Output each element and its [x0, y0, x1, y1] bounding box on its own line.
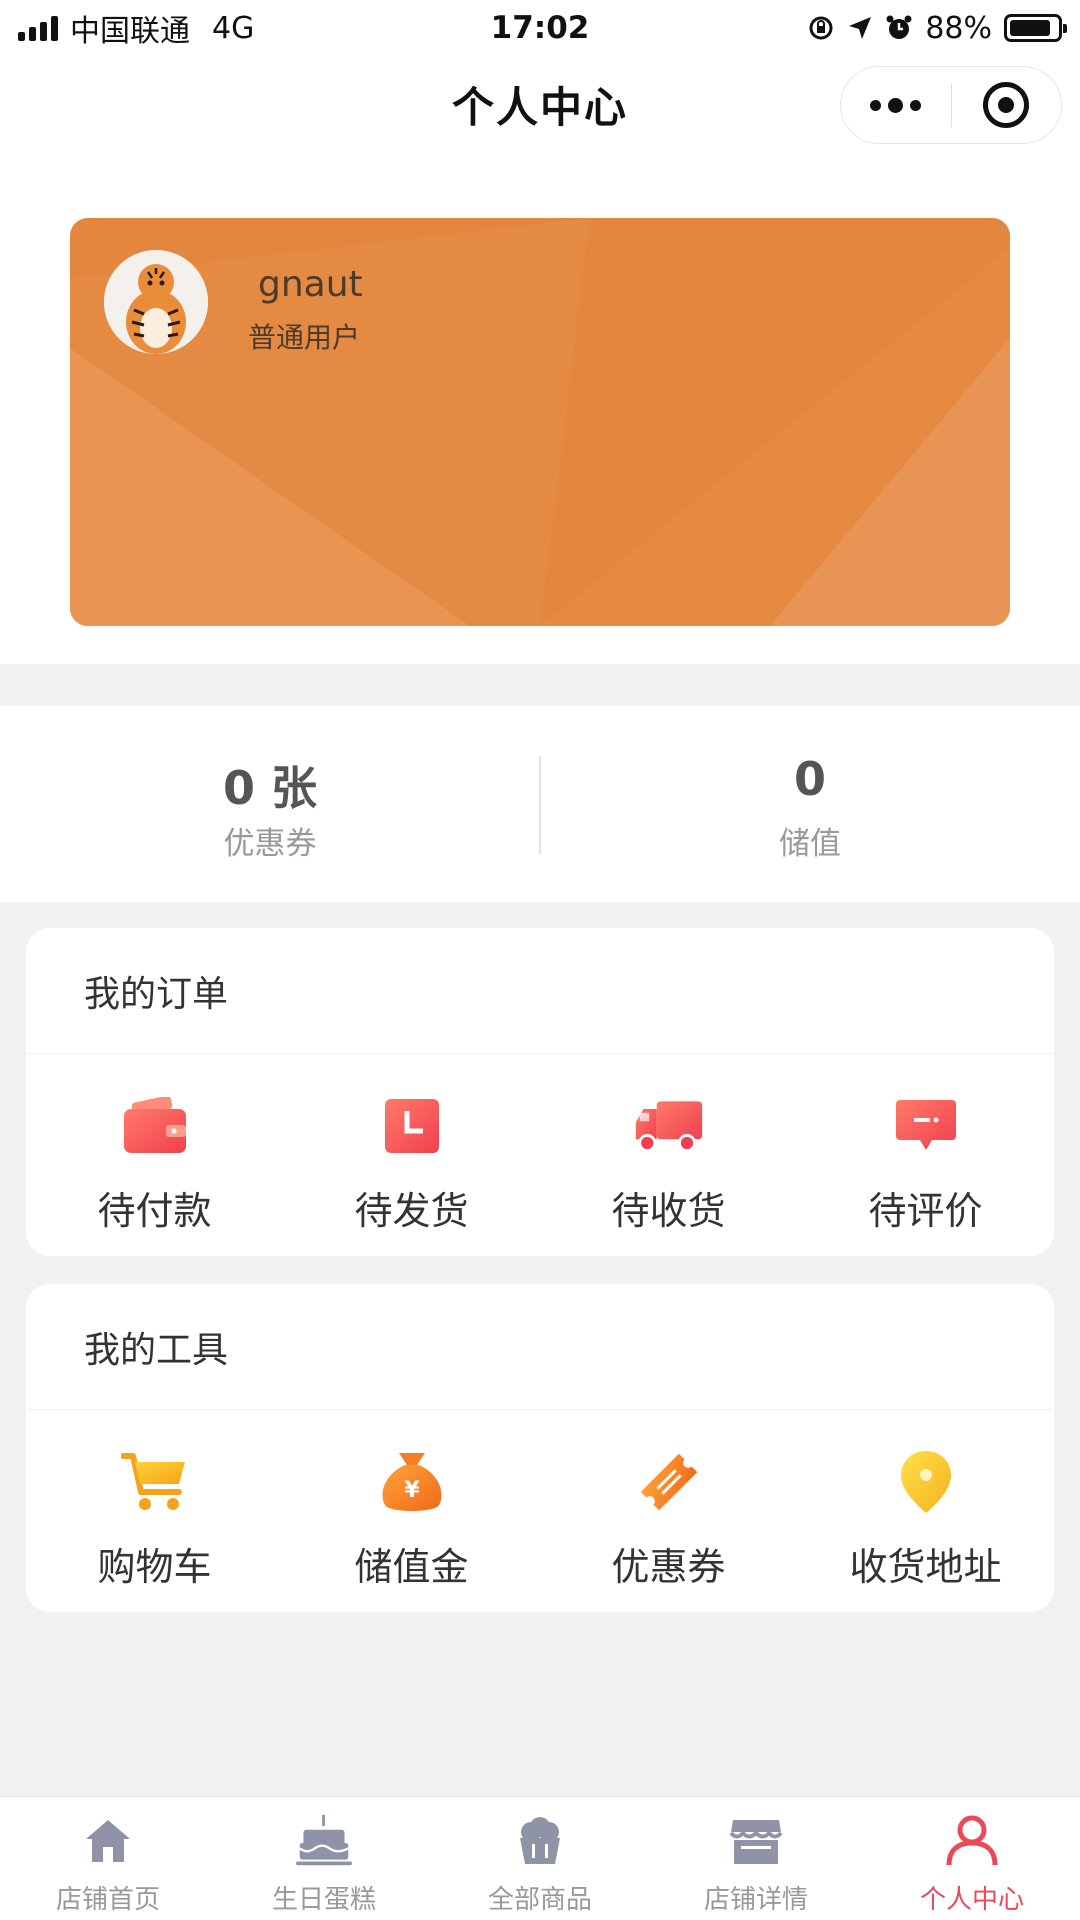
- tab-store-details[interactable]: 店铺详情: [648, 1797, 864, 1920]
- truck-icon: [634, 1094, 704, 1158]
- comment-icon: [891, 1094, 961, 1158]
- close-target-icon: [983, 82, 1030, 128]
- order-label: 待收货: [611, 1189, 726, 1233]
- location-arrow-icon: [849, 17, 872, 39]
- balance-value: 0: [793, 752, 826, 806]
- username: gnaut: [258, 264, 363, 305]
- tab-all-products[interactable]: 全部商品: [432, 1797, 648, 1920]
- location-pin-icon: [891, 1450, 961, 1514]
- order-label: 待付款: [97, 1189, 212, 1233]
- nav-bar: 个人中心: [0, 56, 1080, 152]
- tab-label: 全部商品: [487, 1885, 592, 1915]
- tab-personal-center[interactable]: 个人中心: [864, 1797, 1080, 1920]
- alarm-icon: [886, 15, 912, 39]
- rotation-lock-icon: [809, 16, 833, 40]
- more-dots-icon: [910, 99, 922, 111]
- order-label: 待发货: [354, 1189, 469, 1233]
- battery-level: [1010, 20, 1051, 36]
- status-left: 中国联通 4G: [18, 6, 254, 50]
- tab-label: 店铺详情: [703, 1885, 808, 1915]
- coupon-stat[interactable]: 0 张 优惠券: [0, 752, 540, 863]
- money-bag-icon: ¥: [377, 1450, 447, 1514]
- profile-card[interactable]: gnaut 普通用户: [70, 218, 1010, 626]
- cart-icon: [120, 1450, 190, 1514]
- battery-percent: 88%: [925, 10, 992, 46]
- order-pending-shipment[interactable]: 待发货: [283, 1054, 540, 1254]
- carrier-name: 中国联通: [70, 14, 190, 49]
- coupon-count: 0 张: [222, 761, 318, 815]
- order-label: 待评价: [868, 1189, 983, 1233]
- order-pending-payment[interactable]: 待付款: [26, 1054, 283, 1254]
- tool-stored-value[interactable]: ¥ 储值金: [283, 1410, 540, 1610]
- svg-text:¥: ¥: [404, 1478, 420, 1503]
- page-title: 个人中心: [451, 82, 628, 132]
- card-background-pattern: [70, 218, 1010, 626]
- tool-label: 收货地址: [849, 1545, 1002, 1589]
- signal-icon: [18, 15, 58, 41]
- tab-bar: 店铺首页 生日蛋糕 全部商品 店铺详情 个人中心: [0, 1796, 1080, 1920]
- ticket-icon: [634, 1450, 704, 1514]
- mini-program-capsule: [840, 66, 1062, 144]
- stats-panel: 0 张 优惠券 0 储值: [0, 706, 1080, 902]
- network-type: 4G: [212, 10, 255, 46]
- order-pending-receipt[interactable]: 待收货: [540, 1054, 797, 1254]
- more-dots-icon: [870, 99, 882, 111]
- status-bar: 中国联通 4G 17:02 88%: [0, 0, 1080, 56]
- cake-icon: [296, 1813, 352, 1869]
- tool-address[interactable]: 收货地址: [797, 1410, 1054, 1610]
- coupon-label: 优惠券: [223, 826, 317, 862]
- tools-card: 我的工具 购物车 ¥ 储值金 优惠券 收货地址: [26, 1284, 1054, 1612]
- home-icon: [80, 1813, 136, 1869]
- tool-label: 优惠券: [611, 1545, 726, 1589]
- tab-birthday-cake[interactable]: 生日蛋糕: [216, 1797, 432, 1920]
- close-button[interactable]: [952, 82, 1062, 128]
- tool-cart[interactable]: 购物车: [26, 1410, 283, 1610]
- tab-label: 个人中心: [919, 1885, 1024, 1915]
- tools-title: 我的工具: [26, 1284, 1054, 1410]
- package-icon: [377, 1094, 447, 1158]
- basket-icon: [512, 1813, 568, 1869]
- balance-label: 储值: [779, 826, 841, 862]
- balance-stat[interactable]: 0 储值: [540, 752, 1080, 863]
- more-dots-icon: [888, 97, 904, 113]
- tiger-avatar-icon: [104, 250, 208, 354]
- avatar[interactable]: [104, 250, 208, 354]
- tab-label: 店铺首页: [55, 1885, 160, 1915]
- status-right: 88%: [807, 10, 1067, 46]
- battery-icon: [1004, 14, 1067, 42]
- tab-store-home[interactable]: 店铺首页: [0, 1797, 216, 1920]
- user-level: 普通用户: [248, 321, 361, 354]
- store-icon: [728, 1813, 784, 1869]
- orders-title: 我的订单: [26, 928, 1054, 1054]
- wallet-icon: [120, 1094, 190, 1158]
- tool-label: 购物车: [97, 1545, 212, 1589]
- tool-coupons[interactable]: 优惠券: [540, 1410, 797, 1610]
- user-icon: [944, 1813, 1000, 1869]
- more-button[interactable]: [841, 97, 951, 113]
- profile-area: gnaut 普通用户: [0, 152, 1080, 664]
- orders-card: 我的订单 待付款 待发货 待收货 待评价: [26, 928, 1054, 1256]
- tab-label: 生日蛋糕: [271, 1885, 376, 1915]
- order-pending-review[interactable]: 待评价: [797, 1054, 1054, 1254]
- tool-label: 储值金: [354, 1545, 469, 1589]
